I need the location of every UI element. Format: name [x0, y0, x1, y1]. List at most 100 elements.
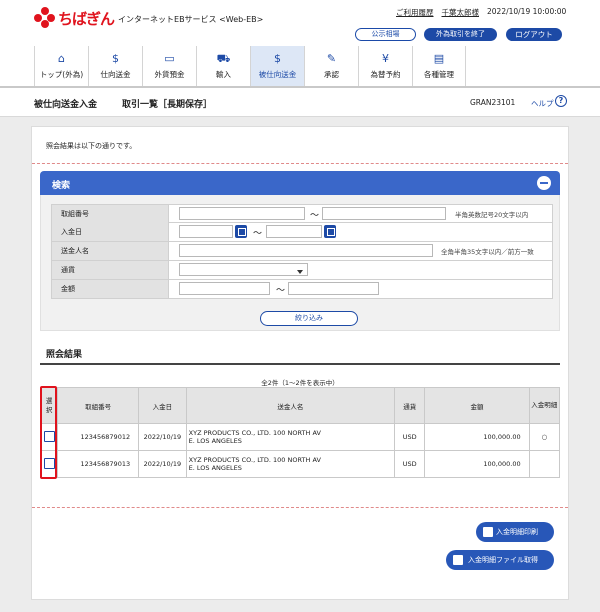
table-header-row: 選択 取組番号 入金日 送金人名 通貨 金額 入金明細 — [39, 387, 561, 424]
remitter-hint: 全角半角35文字以内／前方一致 — [441, 248, 534, 256]
amount-cell: 100,000.00 — [424, 423, 530, 451]
col-detail: 入金明細 — [528, 387, 561, 424]
collapse-icon[interactable] — [537, 176, 551, 190]
ref-no-row: 取組番号 ～ 半角英数記号20文字以内 — [51, 204, 553, 223]
import-icon: ⛟ — [216, 52, 231, 65]
nav-top[interactable]: ⌂ トップ(外為) — [34, 46, 88, 86]
remitter-cell: XYZ PRODUCTS CO., LTD. 100 NORTH AV E. LO… — [185, 450, 396, 478]
results-rule — [40, 363, 560, 365]
header-info: ご利用履歴 千葉太郎様 2022/10/19 10:00:00 — [396, 7, 566, 18]
deposit-icon: ▭ — [164, 52, 175, 65]
exchange-icon: ¥ — [382, 52, 389, 65]
highlight-select-column — [40, 386, 57, 479]
search-panel: 取組番号 ～ 半角英数記号20文字以内 入金日 ～ 送金人名 全角半角35文字以… — [40, 195, 560, 331]
header: ちばぎん インターネットEBサービス <Web-EB> ご利用履歴 千葉太郎様 … — [0, 0, 600, 88]
amount-row: 金額 ～ — [51, 280, 553, 299]
currency-label: 通貨 — [52, 261, 169, 279]
amount-from-input[interactable] — [179, 282, 270, 295]
currency-row: 通貨 — [51, 261, 553, 280]
col-remitter: 送金人名 — [185, 387, 396, 424]
brand-name: ちばぎん — [58, 9, 115, 28]
ref-no-to-input[interactable] — [322, 207, 446, 220]
remitter-row: 送金人名 全角半角35文字以内／前方一致 — [51, 242, 553, 261]
title-bar: 被仕向送金入金 取引一覧［長期保存］ GRAN23101 ヘルプ ? — [0, 88, 600, 117]
ref-no-cell: 123456879013 — [57, 450, 140, 478]
divider — [32, 163, 568, 164]
range-separator: ～ — [310, 211, 320, 221]
main-card: 照会結果は以下の通りです。 検索 取組番号 ～ 半角英数記号20文字以内 入金日… — [31, 126, 569, 600]
nav-inward-remittance[interactable]: $ 被仕向送金 — [250, 46, 304, 86]
search-title: 検索 — [52, 181, 71, 191]
help-link[interactable]: ヘルプ — [531, 98, 554, 109]
result-count: 全2件（1～2件を表示中） — [261, 379, 339, 387]
remitter-input[interactable] — [179, 244, 433, 257]
nav-import[interactable]: ⛟ 輸入 — [196, 46, 250, 86]
ref-no-label: 取組番号 — [52, 205, 169, 223]
currency-select[interactable] — [179, 263, 308, 276]
service-name: インターネットEBサービス <Web-EB> — [118, 14, 264, 24]
file-download-icon — [453, 555, 463, 565]
date-cell: 2022/10/19 — [138, 450, 187, 478]
calendar-icon[interactable] — [235, 225, 247, 238]
remitter-cell: XYZ PRODUCTS CO., LTD. 100 NORTH AV E. LO… — [185, 423, 396, 451]
logo-mark-icon — [34, 7, 56, 29]
nav-approval[interactable]: ✎ 承認 — [304, 46, 358, 86]
divider — [32, 507, 568, 508]
login-datetime: 2022/10/19 10:00:00 — [487, 7, 567, 16]
approval-icon: ✎ — [326, 52, 337, 65]
global-nav: ⌂ トップ(外為) $ 仕向送金 ▭ 外貨預金 ⛟ 輸入 $ 被仕向送金 ✎ 承認 ¥ 為替予… — [34, 46, 466, 86]
date-from-input[interactable] — [179, 225, 233, 238]
user-name[interactable]: 千葉太郎様 — [442, 7, 480, 18]
nav-fx-deposit[interactable]: ▭ 外貨預金 — [142, 46, 196, 86]
ref-no-cell: 123456879012 — [57, 423, 140, 451]
detail-cell — [528, 450, 561, 478]
table-row[interactable]: 123456879013 2022/10/19 XYZ PRODUCTS CO.… — [39, 450, 561, 478]
currency-cell: USD — [394, 450, 426, 478]
amount-label: 金額 — [52, 280, 169, 298]
ref-no-hint: 半角英数記号20文字以内 — [455, 211, 529, 219]
logout-button[interactable]: ログアウト — [506, 28, 562, 41]
remitter-label: 送金人名 — [52, 242, 169, 260]
amount-cell: 100,000.00 — [424, 450, 530, 478]
page-subtitle: 取引一覧［長期保存］ — [122, 100, 213, 110]
dropdown-arrow-icon — [297, 270, 303, 274]
home-icon: ⌂ — [58, 52, 65, 65]
detail-cell: ○ — [528, 423, 561, 451]
page-title: 被仕向送金入金 — [34, 100, 98, 110]
nav-management[interactable]: ▤ 各種管理 — [412, 46, 466, 86]
end-fx-button[interactable]: 外為取引を終了 — [424, 28, 497, 41]
table-row[interactable]: 123456879012 2022/10/19 XYZ PRODUCTS CO.… — [39, 423, 561, 451]
printer-icon — [483, 527, 493, 537]
col-currency: 通貨 — [394, 387, 426, 424]
results-table: 選択 取組番号 入金日 送金人名 通貨 金額 入金明細 123456879012… — [39, 387, 561, 478]
amount-to-input[interactable] — [288, 282, 379, 295]
range-separator: ～ — [253, 229, 263, 239]
col-amount: 金額 — [424, 387, 530, 424]
currency-cell: USD — [394, 423, 426, 451]
date-cell: 2022/10/19 — [138, 423, 187, 451]
nav-outward-remittance[interactable]: $ 仕向送金 — [88, 46, 142, 86]
inward-remit-icon: $ — [274, 52, 281, 65]
calendar-icon[interactable] — [324, 225, 336, 238]
outward-remit-icon: $ — [112, 52, 119, 65]
screen-id: GRAN23101 — [470, 98, 516, 107]
col-ref-no: 取組番号 — [57, 387, 140, 424]
bank-logo[interactable]: ちばぎん インターネットEBサービス <Web-EB> — [34, 7, 263, 29]
search-header[interactable]: 検索 — [40, 171, 560, 195]
ref-no-from-input[interactable] — [179, 207, 305, 220]
range-separator: ～ — [276, 286, 286, 296]
col-date: 入金日 — [138, 387, 187, 424]
print-detail-button[interactable]: 入金明細印刷 — [476, 522, 554, 542]
help-icon[interactable]: ? — [555, 95, 567, 107]
published-rate-button[interactable]: 公示相場 — [355, 28, 416, 41]
filter-button[interactable]: 絞り込み — [260, 311, 358, 326]
download-detail-file-button[interactable]: 入金明細ファイル取得 — [446, 550, 554, 570]
date-to-input[interactable] — [266, 225, 322, 238]
nav-exchange-contract[interactable]: ¥ 為替予約 — [358, 46, 412, 86]
management-icon: ▤ — [433, 52, 445, 65]
date-row: 入金日 ～ — [51, 223, 553, 242]
results-title: 照会結果 — [46, 350, 83, 360]
usage-history-link[interactable]: ご利用履歴 — [396, 7, 434, 18]
date-label: 入金日 — [52, 223, 169, 241]
intro-text: 照会結果は以下の通りです。 — [46, 142, 137, 150]
